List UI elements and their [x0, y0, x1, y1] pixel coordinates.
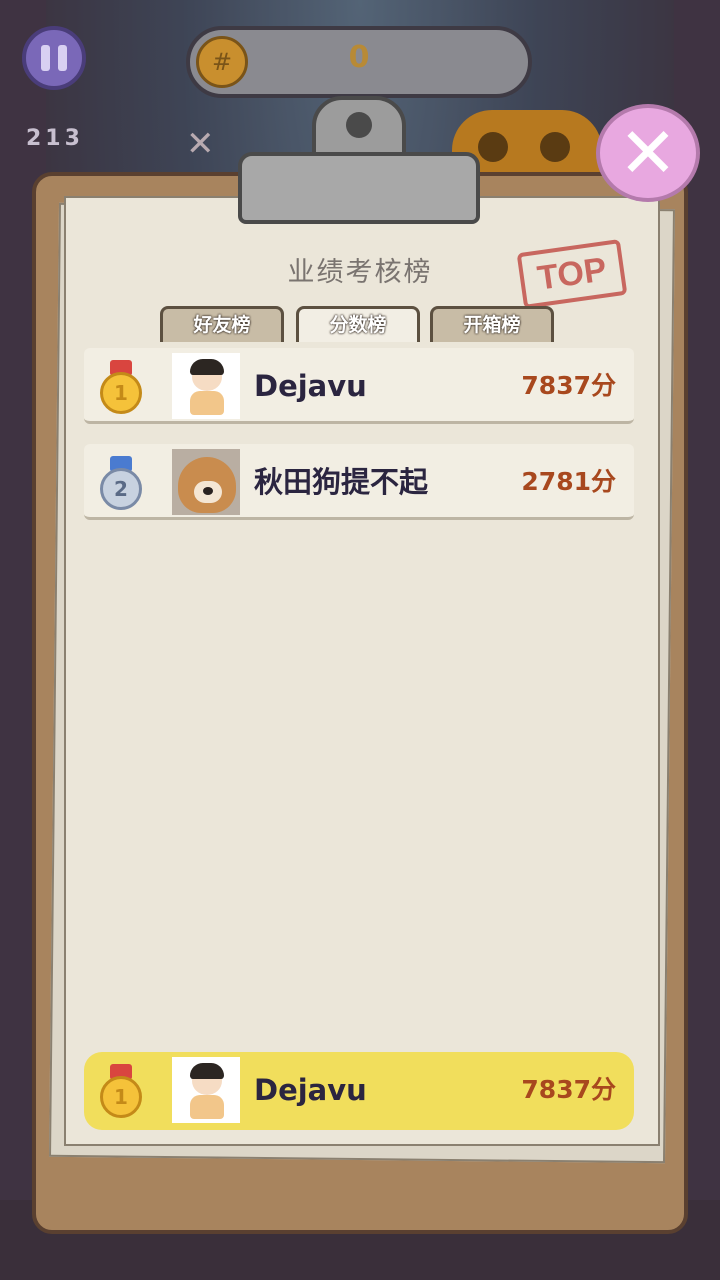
clip-hole [346, 112, 372, 138]
player-name: 秋田狗提不起 [254, 465, 429, 499]
leaderboard-row[interactable]: 1 Dejavu 7837分 [84, 348, 634, 424]
silver-medal-icon: 2 [98, 456, 144, 512]
close-icon: ✕ [618, 112, 678, 194]
avatar-dog-nose [203, 487, 213, 495]
avatar-hair [190, 1063, 224, 1079]
my-avatar [172, 1057, 240, 1123]
leaderboard-row[interactable]: 2 秋田狗提不起 2781分 [84, 444, 634, 520]
player-avatar [172, 449, 240, 515]
gold-medal-icon: 1 [98, 1064, 144, 1120]
coin-value: 0 [348, 40, 370, 75]
pause-icon-bar [58, 45, 67, 71]
tab-score[interactable]: 分数榜 [296, 306, 420, 342]
avatar-body [190, 1095, 224, 1119]
gold-medal-icon: 1 [98, 360, 144, 416]
avatar-hair [190, 359, 224, 375]
player-name: Dejavu [254, 369, 367, 403]
player-score: 7837分 [521, 371, 616, 400]
my-name: Dejavu [254, 1073, 367, 1107]
tab-unbox[interactable]: 开箱榜 [430, 306, 554, 342]
tab-friends[interactable]: 好友榜 [160, 306, 284, 342]
my-score: 7837分 [521, 1075, 616, 1104]
bandage-icon: ✕ [186, 124, 215, 164]
pause-button[interactable] [22, 26, 86, 90]
medal-rank: 1 [100, 372, 142, 414]
clipboard-clip [238, 96, 480, 226]
close-button[interactable]: ✕ [596, 104, 700, 202]
leaderboard-tabs: 好友榜 分数榜 开箱榜 [160, 306, 556, 346]
medal-rank: 2 [100, 468, 142, 510]
number-blocks-icon: 213 [26, 126, 84, 151]
avatar-body [190, 391, 224, 415]
coin-counter: # 0 [186, 26, 532, 98]
player-avatar [172, 353, 240, 419]
my-rank-row[interactable]: 1 Dejavu 7837分 [84, 1052, 634, 1130]
medal-rank: 1 [100, 1076, 142, 1118]
pause-icon-bar [41, 45, 50, 71]
clip-plate [238, 152, 480, 224]
player-score: 2781分 [521, 467, 616, 496]
